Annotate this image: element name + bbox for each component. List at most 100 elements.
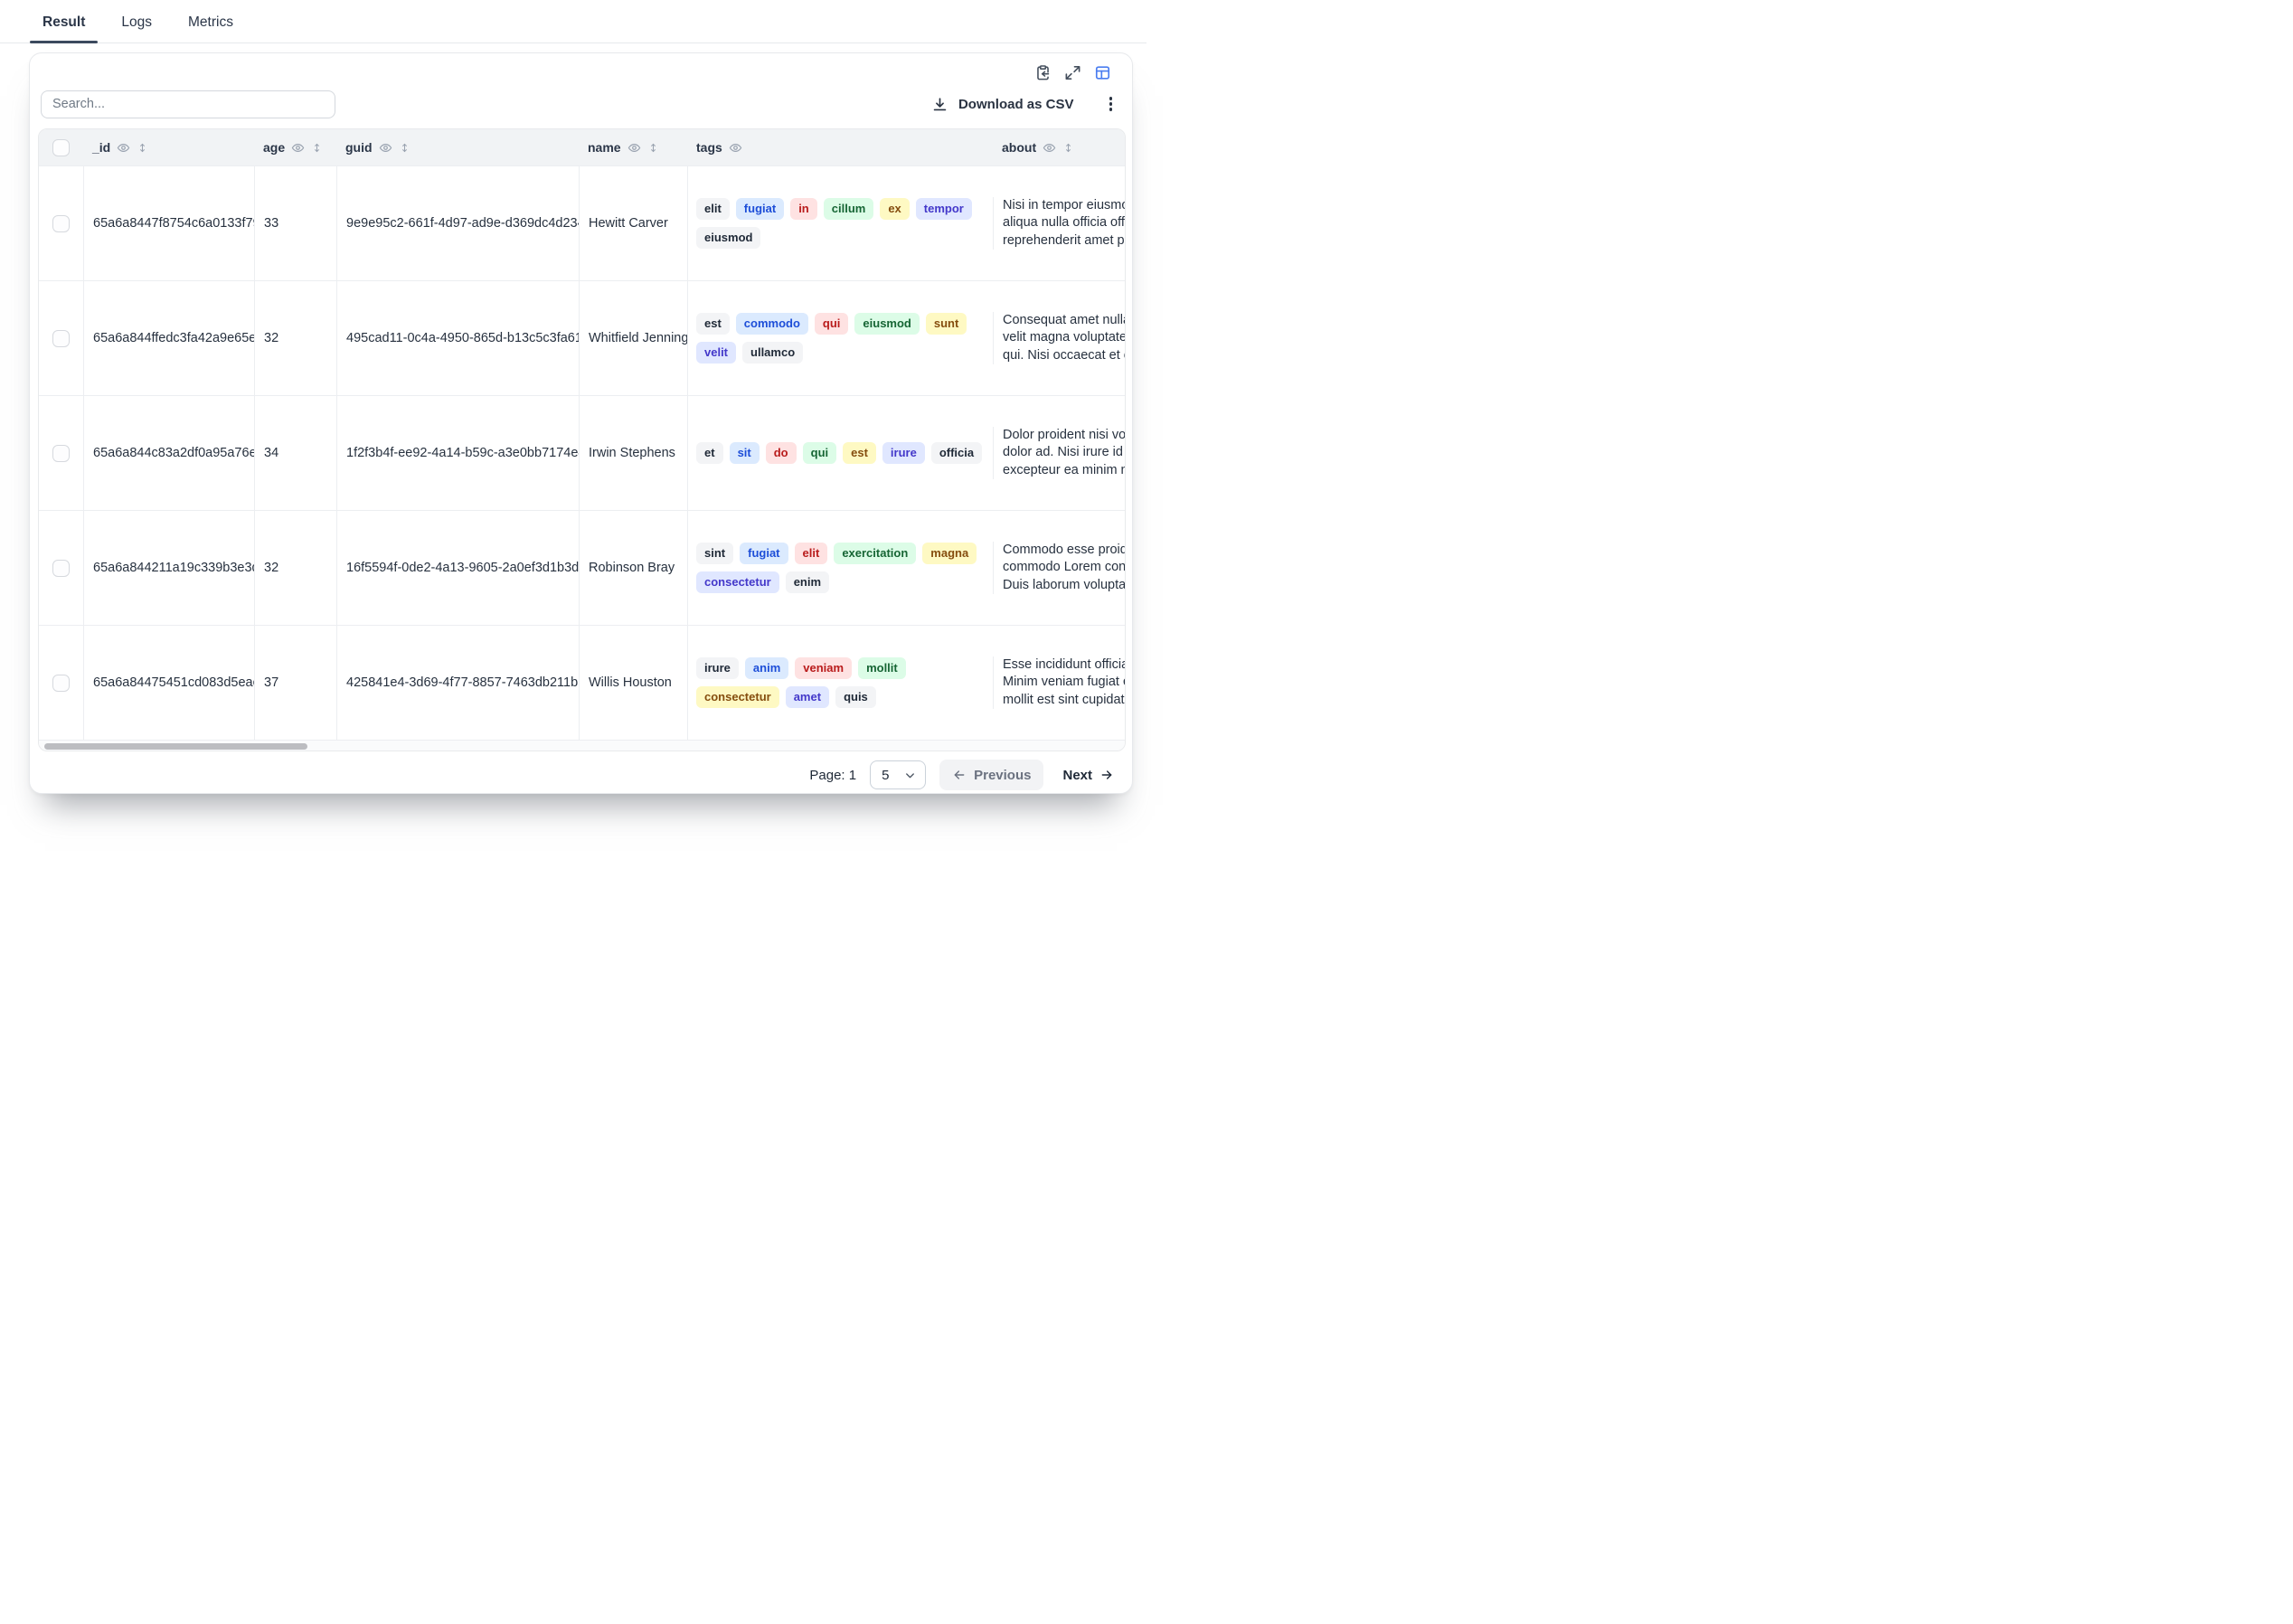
arrow-right-icon [1099, 768, 1114, 782]
tab-result[interactable]: Result [30, 14, 98, 42]
column-header-about: about [993, 140, 1126, 155]
table-row: 65a6a844ffedc3fa42a9e65e32495cad11-0c4a-… [39, 280, 1125, 395]
cell-name: Robinson Bray [579, 511, 687, 625]
tag-badge: commodo [736, 313, 808, 335]
cell-tags: irureanimveniammollitconsecteturametquis [687, 626, 993, 740]
cell-about: Dolor proident nisi voluptatedolor ad. N… [993, 427, 1126, 480]
download-csv-button[interactable]: Download as CSV [958, 97, 1074, 112]
tag-badge: est [843, 442, 876, 464]
sort-icon[interactable] [399, 142, 410, 154]
about-text-line: aliqua nulla officia officia. Ad [1003, 214, 1126, 232]
scrollbar-thumb[interactable] [44, 743, 307, 750]
horizontal-scrollbar [39, 740, 1125, 751]
sort-icon[interactable] [647, 142, 659, 154]
tag-badge: eiusmod [696, 227, 760, 249]
sort-icon[interactable] [1062, 142, 1074, 154]
column-label: guid [345, 140, 373, 155]
tag-badge: mollit [858, 657, 906, 679]
cell-name: Irwin Stephens [579, 396, 687, 510]
cell-about: Consequat amet nulla sit autevelit magna… [993, 312, 1126, 365]
tab-bar: Result Logs Metrics [0, 0, 1146, 43]
cell-id: 65a6a844ffedc3fa42a9e65e [83, 281, 254, 395]
download-controls: Download as CSV [931, 94, 1120, 114]
previous-button[interactable]: Previous [939, 760, 1043, 790]
cell-about: Esse incididunt officia adipisMinim veni… [993, 656, 1126, 710]
row-checkbox[interactable] [52, 445, 70, 462]
column-label: _id [92, 140, 110, 155]
tag-badge: quis [835, 686, 876, 708]
about-text-line: Nisi in tempor eiusmod nulla [1003, 197, 1126, 215]
about-text-line: Dolor proident nisi voluptate [1003, 427, 1126, 445]
tag-badge: do [766, 442, 797, 464]
column-header-tags: tags [687, 140, 993, 155]
tag-badge: sit [730, 442, 760, 464]
tag-badge: veniam [795, 657, 852, 679]
column-label: tags [696, 140, 722, 155]
kebab-menu-icon[interactable] [1107, 94, 1116, 114]
result-panel: Download as CSV _id age guid name tags a… [29, 52, 1133, 794]
tag-badge: consectetur [696, 571, 779, 593]
tag-badge: magna [922, 543, 977, 564]
page-size-select[interactable]: 5 [870, 760, 926, 789]
cell-tags: elitfugiatincillumextemporeiusmod [687, 166, 993, 280]
tag-badge: ullamco [742, 342, 803, 364]
tag-badge: consectetur [696, 686, 779, 708]
cell-guid: 425841e4-3d69-4f77-8857-7463db211bb0 [336, 626, 579, 740]
eye-icon[interactable] [1043, 141, 1056, 155]
tag-badge: elit [696, 198, 730, 220]
panel-icon-row [38, 61, 1124, 82]
next-button[interactable]: Next [1057, 768, 1119, 783]
tag-badge: sint [696, 543, 733, 564]
eye-icon[interactable] [379, 141, 392, 155]
tag-badge: sunt [926, 313, 967, 335]
eye-icon[interactable] [628, 141, 641, 155]
tag-badge: in [790, 198, 817, 220]
tab-logs[interactable]: Logs [109, 14, 165, 42]
column-label: name [588, 140, 621, 155]
result-table: _id age guid name tags about 65a6a8447f8… [38, 128, 1126, 751]
table-row: 65a6a8447f8754c6a0133f79339e9e95c2-661f-… [39, 165, 1125, 280]
chevron-down-icon [903, 769, 917, 782]
tag-badge: eiusmod [854, 313, 919, 335]
tag-badge: officia [931, 442, 982, 464]
about-text-line: Commodo esse proident exe [1003, 542, 1126, 560]
clipboard-paste-icon[interactable] [1033, 63, 1052, 81]
table-layout-icon[interactable] [1093, 63, 1111, 81]
sort-icon[interactable] [137, 142, 148, 154]
eye-icon[interactable] [291, 141, 305, 155]
tag-badge: elit [795, 543, 828, 564]
expand-icon[interactable] [1063, 63, 1081, 81]
table-header: _id age guid name tags about [39, 129, 1125, 165]
row-checkbox[interactable] [52, 560, 70, 577]
tag-badge: exercitation [834, 543, 916, 564]
search-input[interactable] [41, 90, 335, 118]
tag-badge: irure [882, 442, 925, 464]
cell-name: Whitfield Jennings [579, 281, 687, 395]
tag-badge: fugiat [736, 198, 784, 220]
download-icon[interactable] [931, 95, 949, 113]
cell-about: Commodo esse proident execommodo Lorem c… [993, 542, 1126, 595]
tag-badge: velit [696, 342, 736, 364]
sort-icon[interactable] [311, 142, 323, 154]
cell-age: 34 [254, 396, 336, 510]
about-text-line: velit magna voluptate aliqua [1003, 329, 1126, 347]
table-controls: Download as CSV [38, 90, 1124, 118]
arrow-left-icon [952, 768, 967, 782]
about-text-line: Consequat amet nulla sit aute [1003, 312, 1126, 330]
eye-icon[interactable] [729, 141, 742, 155]
about-text-line: qui. Nisi occaecat et enim ad [1003, 347, 1126, 365]
column-header-age: age [254, 140, 336, 155]
row-checkbox[interactable] [52, 675, 70, 692]
column-header-name: name [579, 140, 687, 155]
row-checkbox[interactable] [52, 215, 70, 232]
row-checkbox[interactable] [52, 330, 70, 347]
eye-icon[interactable] [117, 141, 130, 155]
cell-id: 65a6a844211a19c339b3e3d3 [83, 511, 254, 625]
tag-badge: cillum [824, 198, 874, 220]
cell-tags: etsitdoquiestirureofficia [687, 396, 993, 510]
cell-age: 32 [254, 281, 336, 395]
about-text-line: commodo Lorem consequat. [1003, 559, 1126, 577]
column-label: about [1002, 140, 1036, 155]
tab-metrics[interactable]: Metrics [175, 14, 246, 42]
select-all-checkbox[interactable] [52, 139, 70, 156]
